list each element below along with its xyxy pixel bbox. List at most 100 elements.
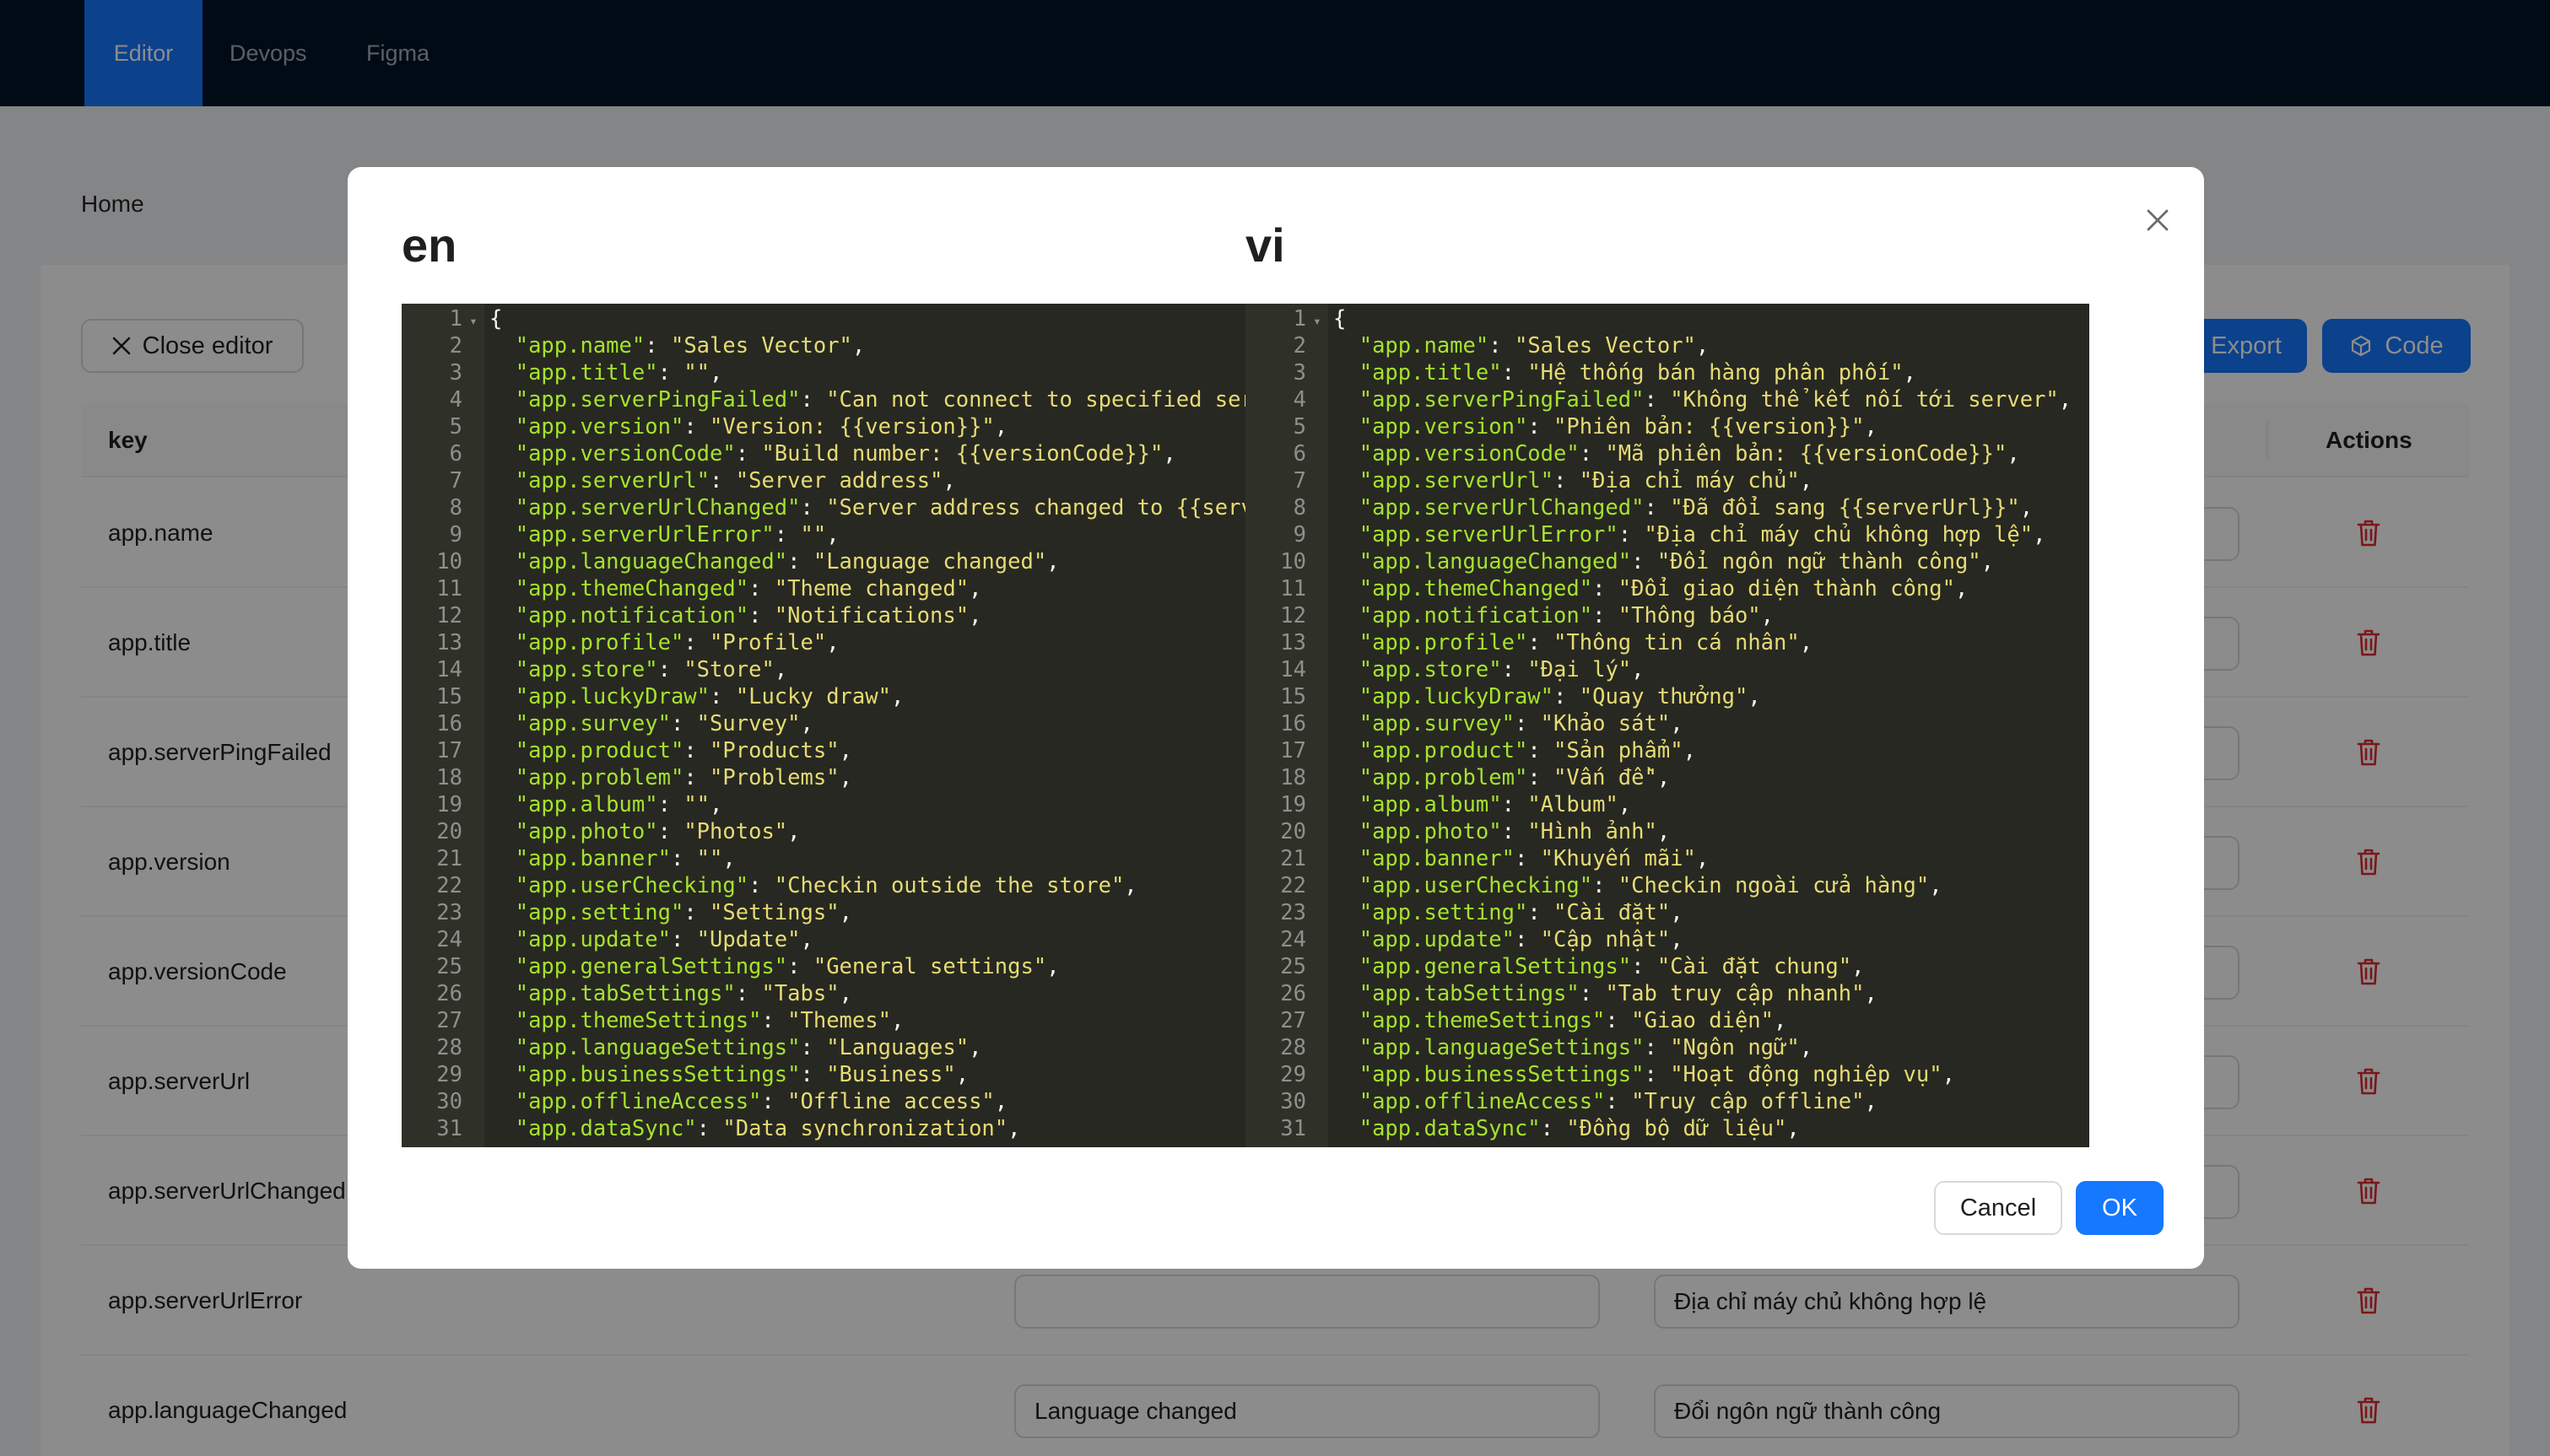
- line-number: 11: [436, 576, 462, 601]
- line-number: 16: [436, 711, 462, 736]
- code-line: 22 "app.userChecking": "Checkin outside …: [402, 872, 1245, 899]
- fold-icon: [1306, 686, 1328, 713]
- line-number: 14: [1280, 657, 1306, 682]
- fold-icon: [462, 929, 484, 956]
- code-line: 16 "app.survey": "Survey",: [402, 710, 1245, 737]
- fold-icon: [462, 443, 484, 470]
- fold-icon[interactable]: ▾: [462, 308, 484, 335]
- code-line: 20 "app.photo": "Hình ảnh",: [1245, 818, 2089, 845]
- code-line: 25 "app.generalSettings": "Cài đặt chung…: [1245, 953, 2089, 980]
- fold-icon: [462, 1010, 484, 1037]
- line-number: 18: [1280, 765, 1306, 790]
- code-line: 31 "app.dataSync": "Đồng bộ dữ liệu",: [1245, 1115, 2089, 1142]
- fold-icon: [462, 416, 484, 443]
- line-number: 28: [436, 1035, 462, 1060]
- line-number: 29: [436, 1062, 462, 1087]
- line-number: 23: [436, 900, 462, 925]
- code-line: 9 "app.serverUrlError": "",: [402, 521, 1245, 548]
- code-line: 22 "app.userChecking": "Checkin ngoài cử…: [1245, 872, 2089, 899]
- fold-icon: [462, 497, 484, 524]
- code-line: 19 "app.album": "",: [402, 791, 1245, 818]
- line-number: 3: [1293, 360, 1306, 386]
- line-number: 6: [449, 441, 462, 466]
- fold-icon: [462, 578, 484, 605]
- fold-icon: [1306, 848, 1328, 875]
- line-number: 28: [1280, 1035, 1306, 1060]
- line-number: 23: [1280, 900, 1306, 925]
- code-line: 27 "app.themeSettings": "Giao diện",: [1245, 1007, 2089, 1034]
- line-number: 24: [436, 927, 462, 952]
- en-code-editor[interactable]: 1 ▾{2 "app.name": "Sales Vector", 3 "app.t…: [402, 304, 1245, 1147]
- line-number: 5: [449, 414, 462, 439]
- fold-icon: [1306, 821, 1328, 848]
- line-number: 31: [1280, 1116, 1306, 1141]
- fold-icon: [1306, 605, 1328, 632]
- fold-icon: [462, 767, 484, 794]
- fold-icon: [462, 821, 484, 848]
- fold-icon: [462, 605, 484, 632]
- code-line: 28 "app.languageSettings": "Ngôn ngữ",: [1245, 1034, 2089, 1061]
- ok-button[interactable]: OK: [2076, 1181, 2164, 1235]
- line-number: 8: [1293, 495, 1306, 520]
- fold-icon: [462, 551, 484, 578]
- line-number: 27: [1280, 1008, 1306, 1033]
- code-line: 29 "app.businessSettings": "Hoạt động ng…: [1245, 1061, 2089, 1088]
- code-line: 11 "app.themeChanged": "Theme changed",: [402, 575, 1245, 602]
- line-number: 27: [436, 1008, 462, 1033]
- fold-icon: [462, 902, 484, 929]
- vi-code-editor[interactable]: 1 ▾{2 "app.name": "Sales Vector", 3 "app.t…: [1245, 304, 2089, 1147]
- code-line: 1 ▾{: [1245, 305, 2089, 332]
- fold-icon: [462, 362, 484, 389]
- code-line: 18 "app.problem": "Vấn đề",: [1245, 764, 2089, 791]
- fold-icon: [1306, 443, 1328, 470]
- line-number: 29: [1280, 1062, 1306, 1087]
- fold-icon: [1306, 578, 1328, 605]
- fold-icon: [462, 470, 484, 497]
- code-line: 15 "app.luckyDraw": "Lucky draw",: [402, 683, 1245, 710]
- code-line: 17 "app.product": "Sản phẩm",: [1245, 737, 2089, 764]
- code-line: 2 "app.name": "Sales Vector",: [1245, 332, 2089, 359]
- ok-label: OK: [2102, 1194, 2137, 1221]
- fold-icon: [462, 1091, 484, 1118]
- code-line: 4 "app.serverPingFailed": "Can not conne…: [402, 386, 1245, 413]
- line-number: 26: [1280, 981, 1306, 1006]
- code-line: 23 "app.setting": "Settings",: [402, 899, 1245, 926]
- line-number: 22: [436, 873, 462, 898]
- fold-icon: [462, 875, 484, 902]
- code-line: 30 "app.offlineAccess": "Truy cập offlin…: [1245, 1088, 2089, 1115]
- line-number: 20: [436, 819, 462, 844]
- line-number: 6: [1293, 441, 1306, 466]
- code-line: 15 "app.luckyDraw": "Quay thưởng",: [1245, 683, 2089, 710]
- line-number: 20: [1280, 819, 1306, 844]
- code-line: 31 "app.dataSync": "Data synchronization…: [402, 1115, 1245, 1142]
- line-number: 31: [436, 1116, 462, 1141]
- line-number: 7: [449, 468, 462, 493]
- code-line: 30 "app.offlineAccess": "Offline access"…: [402, 1088, 1245, 1115]
- line-number: 30: [436, 1089, 462, 1114]
- fold-icon: [1306, 983, 1328, 1010]
- code-line: 8 "app.serverUrlChanged": "Đã đổi sang {…: [1245, 494, 2089, 521]
- line-number: 10: [436, 549, 462, 574]
- line-number: 9: [449, 522, 462, 547]
- fold-icon: [462, 740, 484, 767]
- fold-icon: [462, 1064, 484, 1091]
- cancel-button[interactable]: Cancel: [1934, 1181, 2062, 1235]
- line-number: 16: [1280, 711, 1306, 736]
- fold-icon: [1306, 335, 1328, 362]
- fold-icon[interactable]: ▾: [1306, 308, 1328, 335]
- code-line: 26 "app.tabSettings": "Tab truy cập nhan…: [1245, 980, 2089, 1007]
- fold-icon: [1306, 794, 1328, 821]
- fold-icon: [1306, 902, 1328, 929]
- code-line: 26 "app.tabSettings": "Tabs",: [402, 980, 1245, 1007]
- fold-icon: [1306, 929, 1328, 956]
- line-number: 4: [449, 387, 462, 413]
- code-line: 5 "app.version": "Version: {{version}}",: [402, 413, 1245, 440]
- code-line: 10 "app.languageChanged": "Language chan…: [402, 548, 1245, 575]
- code-line: 18 "app.problem": "Problems",: [402, 764, 1245, 791]
- code-line: 17 "app.product": "Products",: [402, 737, 1245, 764]
- line-number: 2: [449, 333, 462, 359]
- line-number: 1: [1293, 306, 1306, 332]
- line-number: 15: [436, 684, 462, 709]
- modal-close-icon[interactable]: [2143, 206, 2172, 235]
- code-line: 9 "app.serverUrlError": "Địa chỉ máy chủ…: [1245, 521, 2089, 548]
